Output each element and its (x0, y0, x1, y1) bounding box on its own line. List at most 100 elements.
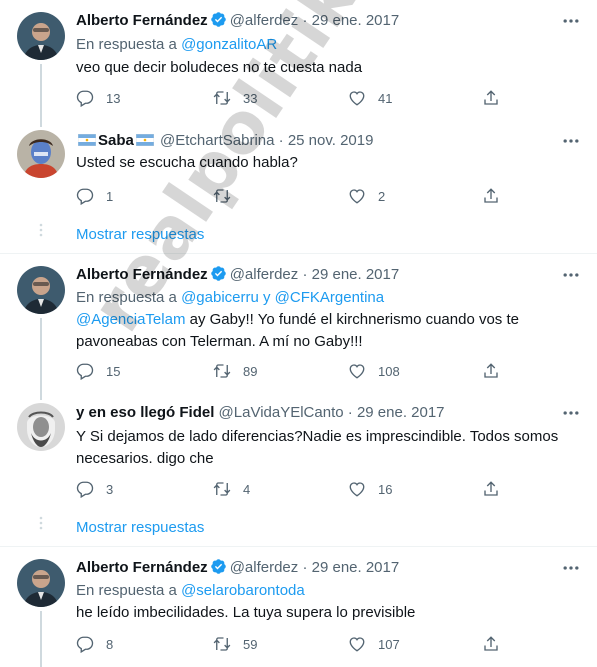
author-handle[interactable]: @alferdez (230, 12, 299, 29)
tweet-date[interactable]: 25 nov. 2019 (288, 132, 374, 149)
like-button[interactable]: 16 (348, 479, 392, 499)
reply-button[interactable]: 8 (76, 634, 113, 654)
retweet-button[interactable]: 33 (213, 88, 257, 108)
verified-badge-icon (210, 265, 227, 282)
avatar[interactable] (17, 12, 65, 60)
more-icon[interactable] (561, 131, 581, 151)
retweet-button[interactable] (213, 186, 243, 206)
share-icon (482, 187, 500, 205)
more-icon[interactable] (561, 558, 581, 578)
mention-link[interactable]: @AgenciaTelam (76, 311, 185, 328)
author-name[interactable]: Alberto Fernández (76, 12, 208, 29)
verified-badge-icon (210, 558, 227, 575)
tweet-3[interactable]: Alberto Fernández @alferdez · 29 ene. 201… (0, 254, 597, 388)
share-button[interactable] (482, 88, 500, 108)
share-button[interactable] (482, 361, 500, 381)
author-handle[interactable]: @LaVidaYElCanto (219, 404, 344, 421)
tweet-4[interactable]: y en eso llegó Fidel @LaVidaYElCanto · 2… (0, 388, 597, 546)
share-button[interactable] (482, 186, 500, 206)
tweet-text: @AgenciaTelam ay Gaby!! Yo fundé el kirc… (76, 309, 546, 353)
like-button[interactable]: 108 (348, 361, 400, 381)
retweet-count: 33 (243, 90, 258, 106)
retweet-count: 4 (243, 481, 251, 497)
retweet-icon (213, 480, 231, 498)
tweet-date[interactable]: 29 ene. 2017 (312, 12, 400, 29)
author-handle[interactable]: @EtchartSabrina (160, 132, 274, 149)
tweet-2[interactable]: Saba @EtchartSabrina · 25 nov. 2019 Uste… (0, 115, 597, 252)
author-name[interactable]: Alberto Fernández (76, 559, 208, 576)
reply-context: En respuesta a @selarobarontoda (76, 581, 305, 601)
share-icon (482, 480, 500, 498)
retweet-icon (213, 635, 231, 653)
reply-icon (76, 187, 94, 205)
avatar[interactable] (17, 266, 65, 314)
retweet-icon (213, 89, 231, 107)
like-button[interactable]: 2 (348, 186, 385, 206)
tweet-text: veo que decir boludeces no te cuesta nad… (76, 59, 363, 76)
retweet-button[interactable]: 4 (213, 479, 250, 499)
show-replies-link[interactable]: Mostrar respuestas (76, 226, 204, 243)
tweet-header: y en eso llegó Fidel @LaVidaYElCanto · 2… (76, 403, 445, 423)
reply-to-link[interactable]: @selarobarontoda (181, 582, 305, 599)
retweet-button[interactable]: 59 (213, 634, 257, 654)
reply-button[interactable]: 15 (76, 361, 120, 381)
tweet-actions: 1 2 (76, 186, 506, 206)
reply-to-link[interactable]: @gonzalitoAR (181, 36, 277, 53)
more-icon[interactable] (561, 403, 581, 423)
tweet-date[interactable]: 29 ene. 2017 (312, 266, 400, 283)
reply-button[interactable]: 13 (76, 88, 120, 108)
author-handle[interactable]: @alferdez (230, 559, 299, 576)
tweet-header: Alberto Fernández @alferdez · 29 ene. 201… (76, 265, 399, 285)
tweet-header: Alberto Fernández @alferdez · 29 ene. 201… (76, 11, 399, 31)
more-icon[interactable] (561, 11, 581, 31)
verified-badge-icon (210, 11, 227, 28)
separator: · (278, 132, 284, 149)
separator: · (302, 12, 308, 29)
reply-count: 3 (106, 481, 114, 497)
thread-line (40, 318, 42, 388)
reply-context: En respuesta a @gabicerru y @CFKArgentin… (76, 288, 384, 308)
reply-icon (76, 89, 94, 107)
like-button[interactable]: 107 (348, 634, 400, 654)
tweet-1[interactable]: Alberto Fernández @alferdez · 29 ene. 201… (0, 0, 597, 115)
like-icon (348, 362, 366, 380)
share-icon (482, 362, 500, 380)
reply-prefix: En respuesta a (76, 582, 182, 599)
author-name[interactable]: Saba (98, 132, 134, 149)
separator: · (302, 559, 308, 576)
reply-icon (76, 635, 94, 653)
retweet-button[interactable]: 89 (213, 361, 257, 381)
show-replies-link[interactable]: Mostrar respuestas (76, 519, 204, 536)
like-icon (348, 480, 366, 498)
reply-prefix: En respuesta a (76, 36, 182, 53)
reply-button[interactable]: 1 (76, 186, 113, 206)
reply-count: 8 (106, 636, 114, 652)
tweet-actions: 8 59 107 (76, 634, 506, 654)
like-count: 16 (378, 481, 393, 497)
avatar[interactable] (17, 559, 65, 607)
tweet-date[interactable]: 29 ene. 2017 (357, 404, 445, 421)
thread-dots (39, 516, 43, 530)
separator: · (302, 266, 308, 283)
author-name[interactable]: Alberto Fernández (76, 266, 208, 283)
tweet-date[interactable]: 29 ene. 2017 (312, 559, 400, 576)
tweet-5[interactable]: Alberto Fernández @alferdez · 29 ene. 201… (0, 547, 597, 667)
share-button[interactable] (482, 479, 500, 499)
argentina-flag-icon (136, 134, 154, 146)
avatar[interactable] (17, 130, 65, 178)
author-name[interactable]: y en eso llegó Fidel (76, 404, 214, 421)
like-icon (348, 187, 366, 205)
more-icon[interactable] (561, 265, 581, 285)
like-icon (348, 89, 366, 107)
reply-icon (76, 480, 94, 498)
author-handle[interactable]: @alferdez (230, 266, 299, 283)
avatar[interactable] (17, 403, 65, 451)
reply-count: 13 (106, 90, 121, 106)
share-button[interactable] (482, 634, 500, 654)
like-button[interactable]: 41 (348, 88, 392, 108)
tweet-actions: 15 89 108 (76, 361, 506, 381)
reply-to-link[interactable]: @gabicerru y @CFKArgentina (181, 289, 384, 306)
like-count: 41 (378, 90, 393, 106)
like-icon (348, 635, 366, 653)
reply-button[interactable]: 3 (76, 479, 113, 499)
